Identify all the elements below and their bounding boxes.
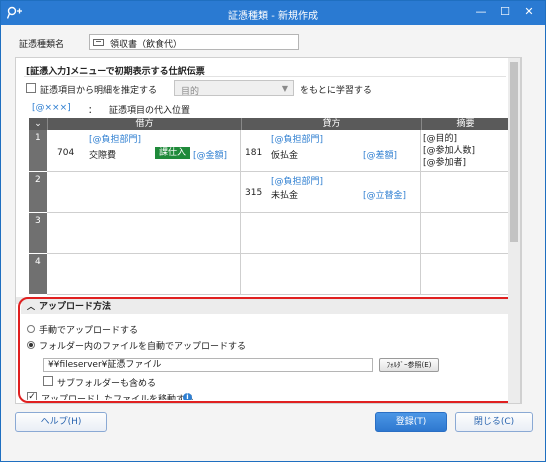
journal-grid: ⌄ 借方 貸方 摘要 1 [@負担部門] 704 交際費 課仕入 [@金額] [… (29, 118, 509, 295)
close-icon[interactable]: ✕ (521, 5, 537, 19)
row-number: 2 (29, 172, 47, 213)
chevron-down-icon: ▼ (281, 84, 288, 93)
learn-source-value: 目的 (181, 87, 200, 97)
upload-method-highlight: ︿ アップロード方法 手動でアップロードする フォルダー内のファイルを自動でアッ… (18, 297, 520, 403)
info-icon[interactable]: i (183, 393, 192, 400)
summary-cell[interactable]: [@目的] [@参加人数] [@参加者] (421, 130, 509, 172)
manual-upload-label: 手動でアップロードする (39, 326, 139, 336)
chevron-up-icon: ︿ (27, 302, 35, 311)
voucher-type-label: 証憑種類名 (19, 40, 65, 50)
minimize-icon[interactable]: — (473, 5, 489, 19)
collapse-icon[interactable]: ⌄ (29, 118, 47, 130)
folder-path-input[interactable]: ¥¥fileserver¥証憑ファイル (43, 358, 373, 372)
debit-dept: [@負担部門] (89, 135, 142, 145)
summary-line: [@参加者] (423, 158, 467, 168)
auto-upload-radio[interactable] (27, 341, 35, 349)
upload-method-header[interactable]: ︿ アップロード方法 (21, 300, 517, 314)
debit-cell[interactable]: [@負担部門] 704 交際費 課仕入 [@金額] (47, 130, 241, 172)
upload-method-section: ︿ アップロード方法 手動でアップロードする フォルダー内のファイルを自動でアッ… (21, 300, 517, 400)
move-after-label: アップロードしたファイルを移動する (41, 395, 195, 400)
debit-cell[interactable] (47, 213, 241, 254)
credit-cell[interactable]: [@負担部門] 181 仮払金 [@差額] (241, 130, 421, 172)
id-card-icon (93, 39, 104, 46)
placeholder-desc: 証憑項目の代入位置 (109, 106, 191, 116)
title-bar: 証憑種類 - 新規作成 — ☐ ✕ (1, 1, 545, 25)
row-number: 4 (29, 254, 47, 295)
credit-cell[interactable] (241, 254, 421, 295)
voucher-type-input[interactable]: 領収書（飲食代） (89, 34, 299, 50)
section-divider (24, 76, 506, 77)
credit-amount: [@立替金] (363, 191, 407, 201)
learn-source-select: 目的 ▼ (174, 80, 294, 97)
include-subfolders-checkbox[interactable] (43, 376, 53, 386)
close-button[interactable]: 閉じる(C) (455, 412, 533, 432)
debit-code: 704 (57, 148, 75, 158)
debit-header: 借方 (47, 118, 241, 130)
manual-upload-radio[interactable] (27, 325, 35, 333)
help-button[interactable]: ヘルプ(H) (15, 412, 107, 432)
credit-account: 仮払金 (271, 151, 299, 161)
summary-cell[interactable] (421, 213, 509, 254)
placeholder-tag: [@×××] (32, 103, 71, 113)
debit-amount: [@金額] (193, 151, 228, 161)
summary-cell[interactable] (421, 172, 509, 213)
scrollbar-thumb[interactable] (510, 62, 518, 242)
upload-method-title: アップロード方法 (39, 302, 112, 312)
panel-scrollbar[interactable] (508, 57, 521, 404)
credit-header: 貸方 (241, 118, 421, 130)
summary-header: 摘要 (421, 118, 509, 130)
voucher-type-value: 領収書（飲食代） (110, 40, 183, 50)
maximize-icon[interactable]: ☐ (497, 5, 513, 19)
debit-account: 交際費 (89, 151, 117, 161)
estimate-checkbox[interactable] (26, 83, 36, 93)
learn-suffix: をもとに学習する (300, 86, 372, 96)
settings-panel: [証憑入力]メニューで初期表示する仕訳伝票 証憑項目から明細を推定する 目的 ▼… (15, 57, 522, 404)
credit-dept: [@負担部門] (271, 177, 324, 187)
credit-amount: [@差額] (363, 151, 398, 161)
browse-folder-button[interactable]: ﾌｫﾙﾀﾞｰ参照(E) (379, 358, 439, 372)
placeholder-colon: ： (88, 106, 98, 116)
row-number: 3 (29, 213, 47, 254)
dialog-window: 証憑種類 - 新規作成 — ☐ ✕ 証憑種類名 領収書（飲食代） [証憑入力]メ… (0, 0, 546, 462)
move-after-checkbox[interactable]: ✓ (27, 392, 37, 400)
debit-cell[interactable] (47, 172, 241, 213)
credit-account: 未払金 (271, 191, 299, 201)
debit-cell[interactable] (47, 254, 241, 295)
credit-dept: [@負担部門] (271, 135, 324, 145)
credit-cell[interactable]: [@負担部門] 315 未払金 [@立替金] (241, 172, 421, 213)
summary-cell[interactable] (421, 254, 509, 295)
include-subfolders-label: サブフォルダーも含める (57, 379, 157, 389)
credit-cell[interactable] (241, 213, 421, 254)
estimate-label: 証憑項目から明細を推定する (40, 86, 158, 96)
register-button[interactable]: 登録(T) (375, 412, 447, 432)
tax-category-badge: 課仕入 (155, 147, 191, 159)
row-number: 1 (29, 130, 47, 172)
auto-upload-label: フォルダー内のファイルを自動でアップロードする (39, 342, 247, 352)
credit-code: 315 (245, 188, 263, 198)
window-title: 証憑種類 - 新規作成 (228, 11, 318, 22)
credit-code: 181 (245, 148, 263, 158)
